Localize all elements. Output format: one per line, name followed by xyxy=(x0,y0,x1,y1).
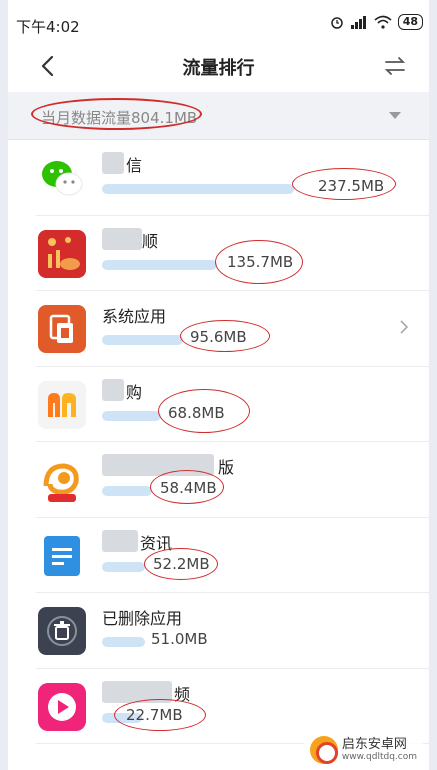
page-title: 流量排行 xyxy=(182,58,255,79)
list-item[interactable]: 版 58.4MB xyxy=(8,442,429,518)
watermark-logo-icon xyxy=(309,736,338,764)
wifi-icon xyxy=(374,15,392,29)
list-item[interactable]: 信 237.5MB xyxy=(8,140,429,216)
monthly-usage-summary: 当月数据流量804.1MB xyxy=(8,92,429,140)
usage-bar xyxy=(102,637,145,647)
list-item[interactable]: 已删除应用 51.0MB xyxy=(8,593,429,669)
watermark: 启东安卓网 www.qdltdq.com xyxy=(303,734,423,766)
watermark-url: www.qdltdq.com xyxy=(341,752,417,762)
title-bar: 流量排行 xyxy=(8,40,429,92)
status-icons: 48 xyxy=(330,14,423,30)
finance-app-icon xyxy=(38,229,86,278)
shopping-app-icon xyxy=(38,380,86,429)
chevron-down-icon[interactable] xyxy=(389,112,401,119)
signal-icon xyxy=(350,16,366,29)
list-item[interactable]: 资讯 52.2MB xyxy=(8,518,429,594)
video-app-icon xyxy=(38,682,86,731)
annotation-oval xyxy=(114,698,206,731)
annotation-oval xyxy=(215,239,303,284)
usage-bar xyxy=(102,335,183,345)
uc-browser-icon xyxy=(38,456,86,504)
status-bar: 下午4:02 48 xyxy=(8,0,429,40)
annotation-oval xyxy=(180,320,270,352)
redacted-name xyxy=(102,378,124,401)
annotation-oval xyxy=(31,98,202,130)
app-usage-list: 信 237.5MB 顺 135.7MB 系统应用 95.6MB 购 68.8MB… xyxy=(8,140,429,744)
redacted-name xyxy=(102,529,138,552)
usage-value: 51.0MB xyxy=(151,630,208,648)
usage-bar xyxy=(102,184,294,194)
usage-bar xyxy=(102,486,152,496)
list-item[interactable]: 顺 135.7MB xyxy=(8,216,429,292)
redacted-name xyxy=(102,227,142,250)
usage-bar xyxy=(102,259,217,270)
annotation-oval xyxy=(150,470,224,504)
list-item[interactable]: 频 22.7MB xyxy=(8,669,429,745)
app-name: 已删除应用 xyxy=(102,609,183,628)
usage-bar xyxy=(102,410,161,421)
trash-icon xyxy=(38,607,86,655)
usage-bar xyxy=(102,561,145,572)
app-name: 顺 xyxy=(142,231,159,251)
chevron-right-icon[interactable] xyxy=(399,319,409,335)
battery-icon: 48 xyxy=(397,14,423,30)
phone-screen: 下午4:02 48 流量排行 当月数据流量804.1MB 信 237.5MB 顺… xyxy=(8,0,429,770)
alarm-icon xyxy=(330,17,343,29)
news-app-icon xyxy=(38,531,86,580)
app-name: 系统应用 xyxy=(102,307,167,326)
swap-button[interactable] xyxy=(383,56,407,76)
system-app-icon xyxy=(38,305,86,353)
annotation-oval xyxy=(158,388,250,433)
watermark-name: 启东安卓网 xyxy=(341,737,407,752)
app-name: 版 xyxy=(218,458,235,477)
app-name: 购 xyxy=(126,382,143,402)
app-name: 信 xyxy=(126,156,143,175)
status-time: 下午4:02 xyxy=(16,18,80,36)
wechat-icon xyxy=(38,154,86,202)
annotation-oval xyxy=(292,168,396,200)
list-item[interactable]: 系统应用 95.6MB xyxy=(8,291,429,367)
redacted-name xyxy=(102,152,124,174)
list-item[interactable]: 购 68.8MB xyxy=(8,367,429,443)
annotation-oval xyxy=(144,547,218,580)
